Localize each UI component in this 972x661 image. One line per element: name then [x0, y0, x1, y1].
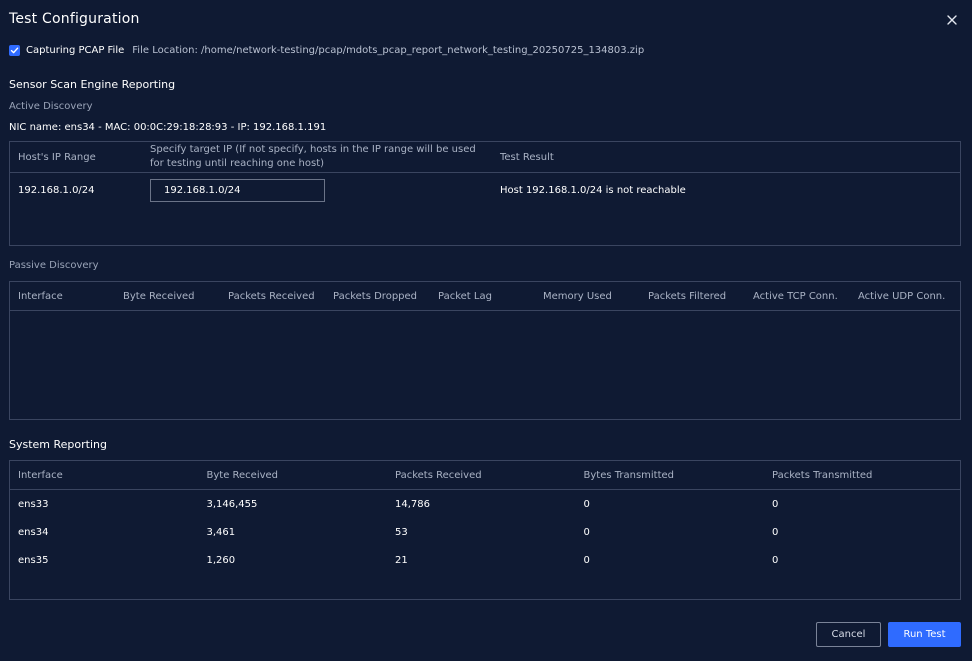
table-row: 192.168.1.0/24 Host 192.168.1.0/24 is no… — [10, 175, 960, 205]
packets-transmitted-cell: 0 — [772, 526, 779, 538]
pcap-checkbox[interactable] — [9, 45, 20, 56]
column-header-packets-dropped: Packets Dropped — [333, 290, 418, 302]
system-reporting-table: Interface Byte Received Packets Received… — [9, 460, 961, 600]
dialog-title: Test Configuration — [9, 11, 140, 27]
file-location-text: File Location: /home/network-testing/pca… — [132, 44, 645, 56]
bytes-transmitted-cell: 0 — [583, 526, 590, 538]
passive-discovery-table: Interface Byte Received Packets Received… — [9, 281, 961, 420]
ip-range-cell: 192.168.1.0/24 — [18, 184, 95, 196]
packets-transmitted-cell: 0 — [772, 554, 779, 566]
packets-received-cell: 53 — [395, 526, 408, 538]
table-body: ens33 3,146,455 14,786 0 0 ens34 3,461 5… — [10, 490, 960, 574]
byte-received-cell: 3,146,455 — [206, 498, 258, 510]
column-header-byte-received: Byte Received — [206, 469, 279, 481]
sensor-section-title: Sensor Scan Engine Reporting — [9, 78, 176, 91]
table-row: ens34 3,461 53 0 0 — [10, 518, 960, 546]
table-header: Host's IP Range Specify target IP (If no… — [10, 142, 960, 173]
interface-cell: ens34 — [18, 526, 49, 538]
column-header-packet-lag: Packet Lag — [438, 290, 492, 302]
checkmark-icon — [10, 47, 19, 54]
column-header-ip-range: Host's IP Range — [18, 151, 96, 163]
column-header-active-tcp: Active TCP Conn. — [753, 290, 838, 302]
active-discovery-table: Host's IP Range Specify target IP (If no… — [9, 141, 961, 246]
target-ip-cell — [150, 178, 500, 202]
active-discovery-title: Active Discovery — [9, 101, 93, 112]
interface-cell: ens33 — [18, 498, 49, 510]
close-button[interactable] — [945, 12, 959, 26]
column-header-memory-used: Memory Used — [543, 290, 612, 302]
column-header-bytes-transmitted: Bytes Transmitted — [583, 469, 675, 481]
column-header-target-ip: Specify target IP (If not specify, hosts… — [150, 144, 476, 169]
column-header-interface: Interface — [18, 469, 63, 481]
column-header-interface: Interface — [18, 290, 63, 302]
passive-discovery-title: Passive Discovery — [9, 260, 99, 271]
byte-received-cell: 3,461 — [206, 526, 236, 538]
pcap-capture-row: Capturing PCAP File File Location: /home… — [9, 43, 644, 57]
column-header-active-udp: Active UDP Conn. — [858, 290, 946, 302]
column-header-packets-received: Packets Received — [395, 469, 482, 481]
cancel-button[interactable]: Cancel — [816, 622, 881, 647]
packets-received-cell: 14,786 — [395, 498, 430, 510]
bytes-transmitted-cell: 0 — [583, 498, 590, 510]
nic-info: NIC name: ens34 - MAC: 00:0C:29:18:28:93… — [9, 122, 327, 133]
close-icon — [947, 15, 957, 25]
system-reporting-title: System Reporting — [9, 438, 107, 451]
table-row: ens33 3,146,455 14,786 0 0 — [10, 490, 960, 518]
packets-transmitted-cell: 0 — [772, 498, 779, 510]
interface-cell: ens35 — [18, 554, 49, 566]
pcap-checkbox-label[interactable]: Capturing PCAP File — [26, 45, 124, 56]
column-header-test-result: Test Result — [500, 151, 554, 163]
bytes-transmitted-cell: 0 — [583, 554, 590, 566]
column-header-byte-received: Byte Received — [123, 290, 195, 302]
packets-received-cell: 21 — [395, 554, 408, 566]
column-header-packets-received: Packets Received — [228, 290, 315, 302]
target-ip-input[interactable] — [150, 178, 325, 202]
table-header: Interface Byte Received Packets Received… — [10, 461, 960, 490]
column-header-packets-transmitted: Packets Transmitted — [772, 469, 873, 481]
table-row: ens35 1,260 21 0 0 — [10, 546, 960, 574]
column-header-packets-filtered: Packets Filtered — [648, 290, 727, 302]
test-result-cell: Host 192.168.1.0/24 is not reachable — [500, 184, 686, 196]
run-test-button[interactable]: Run Test — [888, 622, 961, 647]
table-header: Interface Byte Received Packets Received… — [10, 282, 960, 311]
byte-received-cell: 1,260 — [206, 554, 236, 566]
